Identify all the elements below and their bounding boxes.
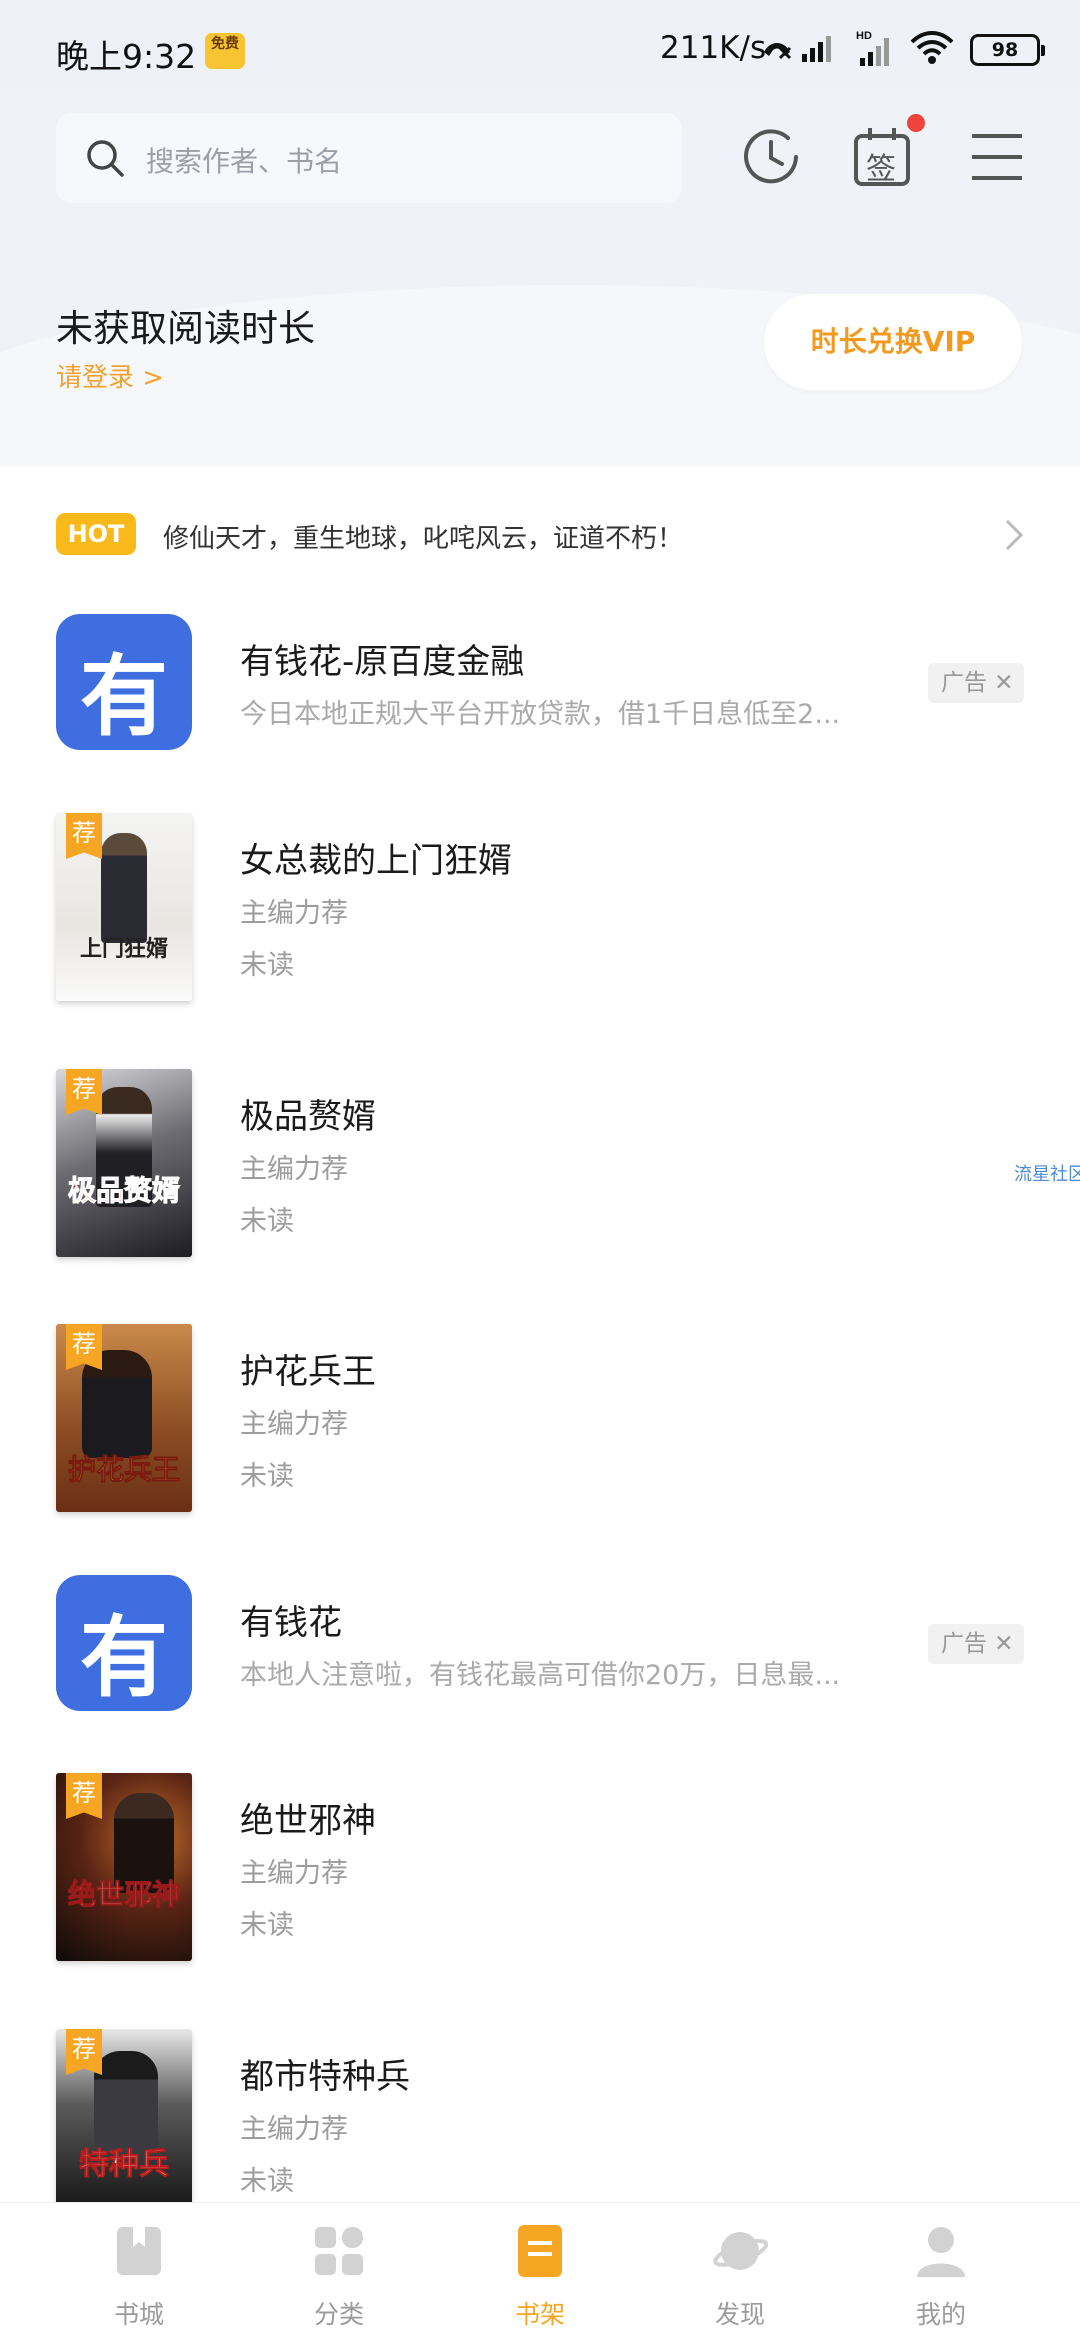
chevron-right-icon: [1005, 519, 1024, 551]
battery-indicator: 98: [970, 34, 1045, 66]
cover-title: 上门狂婿: [79, 936, 168, 962]
read-status: 未读: [240, 1206, 294, 1237]
net-speed: 211K/s: [660, 30, 767, 66]
book-subtitle: 主编力荐: [240, 1858, 348, 1889]
ad-close-badge[interactable]: 广告 ✕: [928, 663, 1024, 703]
status-time: 晚上9:32: [56, 37, 197, 76]
book-title: 绝世邪神: [240, 1801, 376, 1841]
book-subtitle: 主编力荐: [240, 1409, 348, 1440]
ad-logo: 有: [56, 614, 192, 750]
sign-label: 签: [866, 152, 896, 187]
ad-title: 有钱花-原百度金融: [240, 642, 525, 682]
read-status: 未读: [240, 2166, 294, 2197]
book-item[interactable]: 荐 极品赘婿 极品赘婿 主编力荐 未读: [0, 1069, 1080, 1259]
category-icon: [315, 2227, 363, 2275]
nav-label: 发现: [714, 2300, 765, 2329]
book-title: 女总裁的上门狂婿: [240, 841, 512, 881]
signal-icon: [802, 36, 831, 62]
hot-tag: HOT: [56, 513, 136, 555]
ad-description: 本地人注意啦，有钱花最高可借你20万，日息最...: [240, 1660, 841, 1691]
reading-time-title: 未获取阅读时长: [56, 307, 315, 350]
nav-label: 书架: [514, 2300, 565, 2329]
read-status: 未读: [240, 950, 294, 981]
menu-icon[interactable]: [964, 124, 1030, 190]
recommend-tag: 荐: [66, 1773, 102, 1819]
login-link[interactable]: 请登录 >: [56, 357, 164, 394]
search-input[interactable]: 搜索作者、书名: [56, 113, 682, 203]
book-cover: 荐 护花兵王: [56, 1324, 192, 1512]
recommend-tag: 荐: [66, 1324, 102, 1370]
bookstore-icon: [117, 2227, 161, 2275]
ad-logo: 有: [56, 1575, 192, 1711]
book-cover: 荐 极品赘婿: [56, 1069, 192, 1257]
recommend-tag: 荐: [66, 1069, 102, 1115]
ad-close-badge[interactable]: 广告 ✕: [928, 1624, 1024, 1664]
ad-logo-glyph: 有: [80, 645, 169, 748]
recommend-tag: 荐: [66, 2029, 102, 2075]
sign-in-button[interactable]: 签: [850, 124, 916, 190]
nav-label: 分类: [313, 2300, 364, 2329]
book-item[interactable]: 荐 上门狂婿 女总裁的上门狂婿 主编力荐 未读: [0, 813, 1080, 1003]
search-placeholder: 搜索作者、书名: [146, 145, 343, 178]
svg-text:HD: HD: [856, 30, 872, 42]
cover-title: 极品赘婿: [67, 1174, 180, 1208]
book-subtitle: 主编力荐: [240, 898, 348, 929]
book-cover: 荐 上门狂婿: [56, 813, 192, 1001]
nav-profile[interactable]: 我的: [841, 2203, 1041, 2340]
book-subtitle: 主编力荐: [240, 2114, 348, 2145]
book-item[interactable]: 荐 特种兵 都市特种兵 主编力荐 未读: [0, 2029, 1080, 2202]
cover-figure: [101, 833, 147, 943]
search-icon: [87, 140, 124, 177]
exchange-vip-button[interactable]: 时长兑换VIP: [764, 294, 1022, 390]
hot-text: 修仙天才，重生地球，叱咤风云，证道不朽！: [163, 524, 684, 554]
call-icon: [764, 43, 792, 60]
status-bar: 晚上9:32 免费 211K/s HD 98: [0, 0, 1080, 104]
profile-icon: [917, 2227, 965, 2277]
read-status: 未读: [240, 1910, 294, 1941]
nav-category[interactable]: 分类: [239, 2203, 439, 2340]
book-subtitle: 主编力荐: [240, 1154, 348, 1185]
recommend-tag: 荐: [66, 813, 102, 859]
cover-title: 护花兵王: [67, 1453, 180, 1487]
wifi-icon: [910, 31, 954, 64]
book-cover: 荐 绝世邪神: [56, 1773, 192, 1961]
hot-banner[interactable]: HOT 修仙天才，重生地球，叱咤风云，证道不朽！: [0, 505, 1080, 565]
cover-title: 特种兵: [79, 2147, 170, 2183]
ad-item[interactable]: 有 有钱花 本地人注意啦，有钱花最高可借你20万，日息最... 广告 ✕: [0, 1575, 1080, 1715]
nav-bookshelf[interactable]: 书架: [440, 2203, 640, 2340]
nav-label: 我的: [915, 2300, 966, 2329]
nav-bookstore[interactable]: 书城: [39, 2203, 239, 2340]
book-item[interactable]: 荐 绝世邪神 绝世邪神 主编力荐 未读: [0, 1773, 1080, 1963]
book-title: 护花兵王: [240, 1352, 376, 1392]
ad-logo-glyph: 有: [80, 1606, 169, 1709]
ad-title: 有钱花: [240, 1603, 342, 1643]
cover-title: 绝世邪神: [67, 1878, 180, 1912]
ad-item[interactable]: 有 有钱花-原百度金融 今日本地正规大平台开放贷款，借1千日息低至2... 广告…: [0, 614, 1080, 754]
book-item[interactable]: 荐 护花兵王 护花兵王 主编力荐 未读: [0, 1324, 1080, 1514]
history-clock-icon[interactable]: [738, 124, 804, 190]
book-cover: 荐 特种兵: [56, 2029, 192, 2202]
bookshelf-icon: [518, 2225, 562, 2277]
discover-icon: [713, 2232, 768, 2270]
cover-figure: [94, 2051, 158, 2151]
nav-discover[interactable]: 发现: [640, 2203, 840, 2340]
free-badge: 免费: [205, 33, 245, 69]
notification-dot: [907, 114, 925, 132]
signal-hd-icon: HD: [856, 30, 889, 66]
read-status: 未读: [240, 1461, 294, 1492]
side-community-label[interactable]: 流星社区: [1014, 1160, 1080, 1186]
book-title: 都市特种兵: [240, 2057, 410, 2097]
nav-label: 书城: [113, 2300, 164, 2329]
book-title: 极品赘婿: [240, 1097, 376, 1137]
bottom-nav: 书城 分类 书架 发现 我的: [0, 2202, 1080, 2340]
ad-description: 今日本地正规大平台开放贷款，借1千日息低至2...: [240, 699, 841, 730]
